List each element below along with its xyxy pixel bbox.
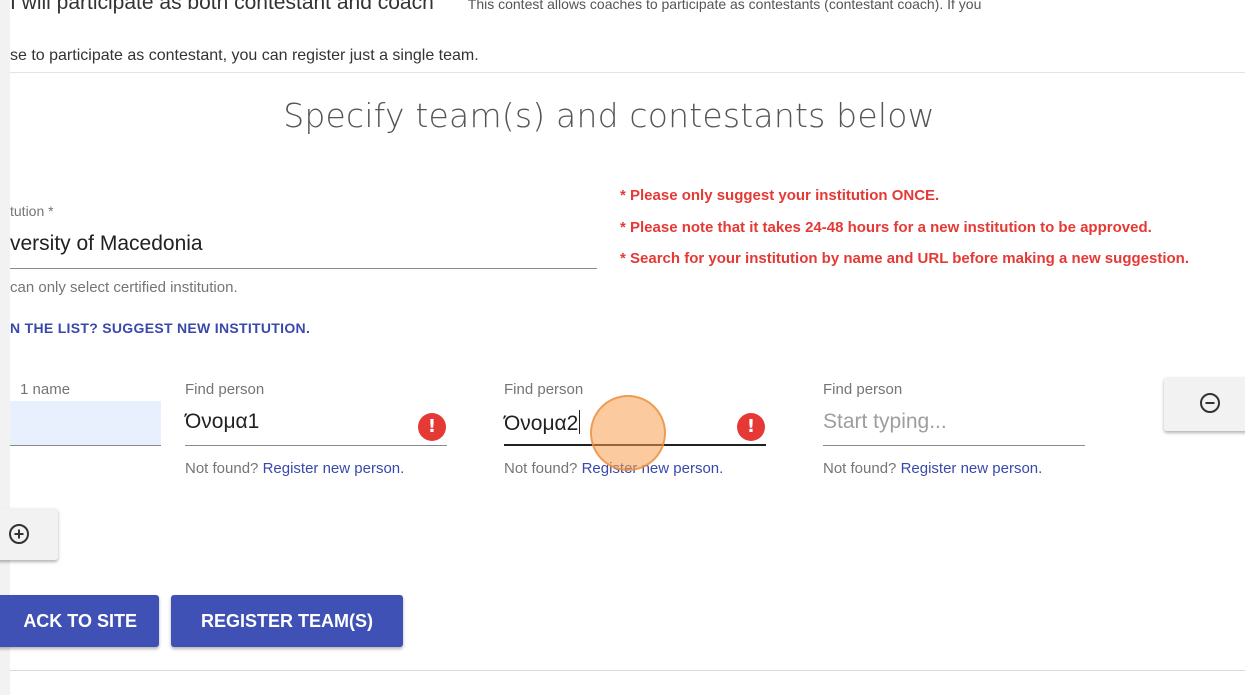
person-input-value: Όνομα2: [504, 410, 581, 436]
person-input-placeholder: Start typing...: [823, 410, 947, 433]
person-field-3: Find person Start typing... Not found? R…: [823, 381, 1085, 483]
back-to-site-button[interactable]: ACK TO SITE: [0, 595, 159, 647]
person-input-value: Όνομα1: [185, 410, 260, 433]
warning-approval-time: * Please note that it takes 24-48 hours …: [620, 218, 1152, 236]
not-found-text: Not found?: [185, 460, 259, 477]
error-icon: !: [737, 413, 765, 441]
divider-top: [10, 72, 1245, 73]
register-new-person-link[interactable]: Register new person.: [582, 460, 724, 477]
institution-input[interactable]: versity of Macedonia: [10, 232, 203, 256]
team-name-label: 1 name: [20, 381, 71, 398]
minus-circle-icon: [1200, 393, 1220, 413]
person-input-1[interactable]: Όνομα1 !: [185, 401, 447, 446]
not-found-text: Not found?: [823, 460, 897, 477]
person-label: Find person: [185, 381, 265, 398]
participation-option-row[interactable]: I will participate as both contestant an…: [10, 0, 981, 15]
divider-bottom: [10, 670, 1245, 671]
institution-underline: [10, 268, 597, 269]
text-caret: [579, 410, 581, 434]
intro-text: se to participate as contestant, you can…: [10, 47, 479, 64]
person-input-3[interactable]: Start typing...: [823, 401, 1085, 446]
not-found-text: Not found?: [504, 460, 578, 477]
plus-circle-icon: [9, 524, 29, 544]
error-icon: !: [418, 413, 446, 441]
person-hint: Not found? Register new person.: [823, 454, 1053, 483]
institution-label: tution *: [10, 203, 54, 219]
click-indicator: [590, 395, 666, 471]
register-new-person-link[interactable]: Register new person.: [263, 460, 405, 477]
institution-hint: can only select certified institution.: [10, 279, 238, 296]
remove-team-button[interactable]: [1164, 377, 1245, 431]
warning-search-first: * Search for your institution by name an…: [620, 250, 1189, 267]
suggest-institution-link[interactable]: N THE LIST? SUGGEST NEW INSTITUTION.: [10, 320, 310, 336]
participation-note: This contest allows coaches to participa…: [467, 0, 982, 12]
register-new-person-link[interactable]: Register new person.: [901, 460, 1043, 477]
participation-option-label[interactable]: I will participate as both contestant an…: [10, 0, 434, 14]
institution-warnings: * Please only suggest your institution O…: [620, 180, 1210, 275]
warning-once: * Please only suggest your institution O…: [620, 187, 940, 204]
person-input-text: Όνομα2: [504, 412, 579, 435]
person-hint: Not found? Register new person.: [185, 454, 415, 483]
team-name-input[interactable]: [10, 401, 161, 446]
person-field-1: Find person Όνομα1 ! Not found? Register…: [185, 381, 447, 483]
register-teams-button[interactable]: REGISTER TEAM(S): [171, 595, 403, 647]
person-label: Find person: [823, 381, 903, 398]
add-team-button[interactable]: [0, 508, 58, 560]
section-title: Specify team(s) and contestants below: [283, 96, 935, 135]
